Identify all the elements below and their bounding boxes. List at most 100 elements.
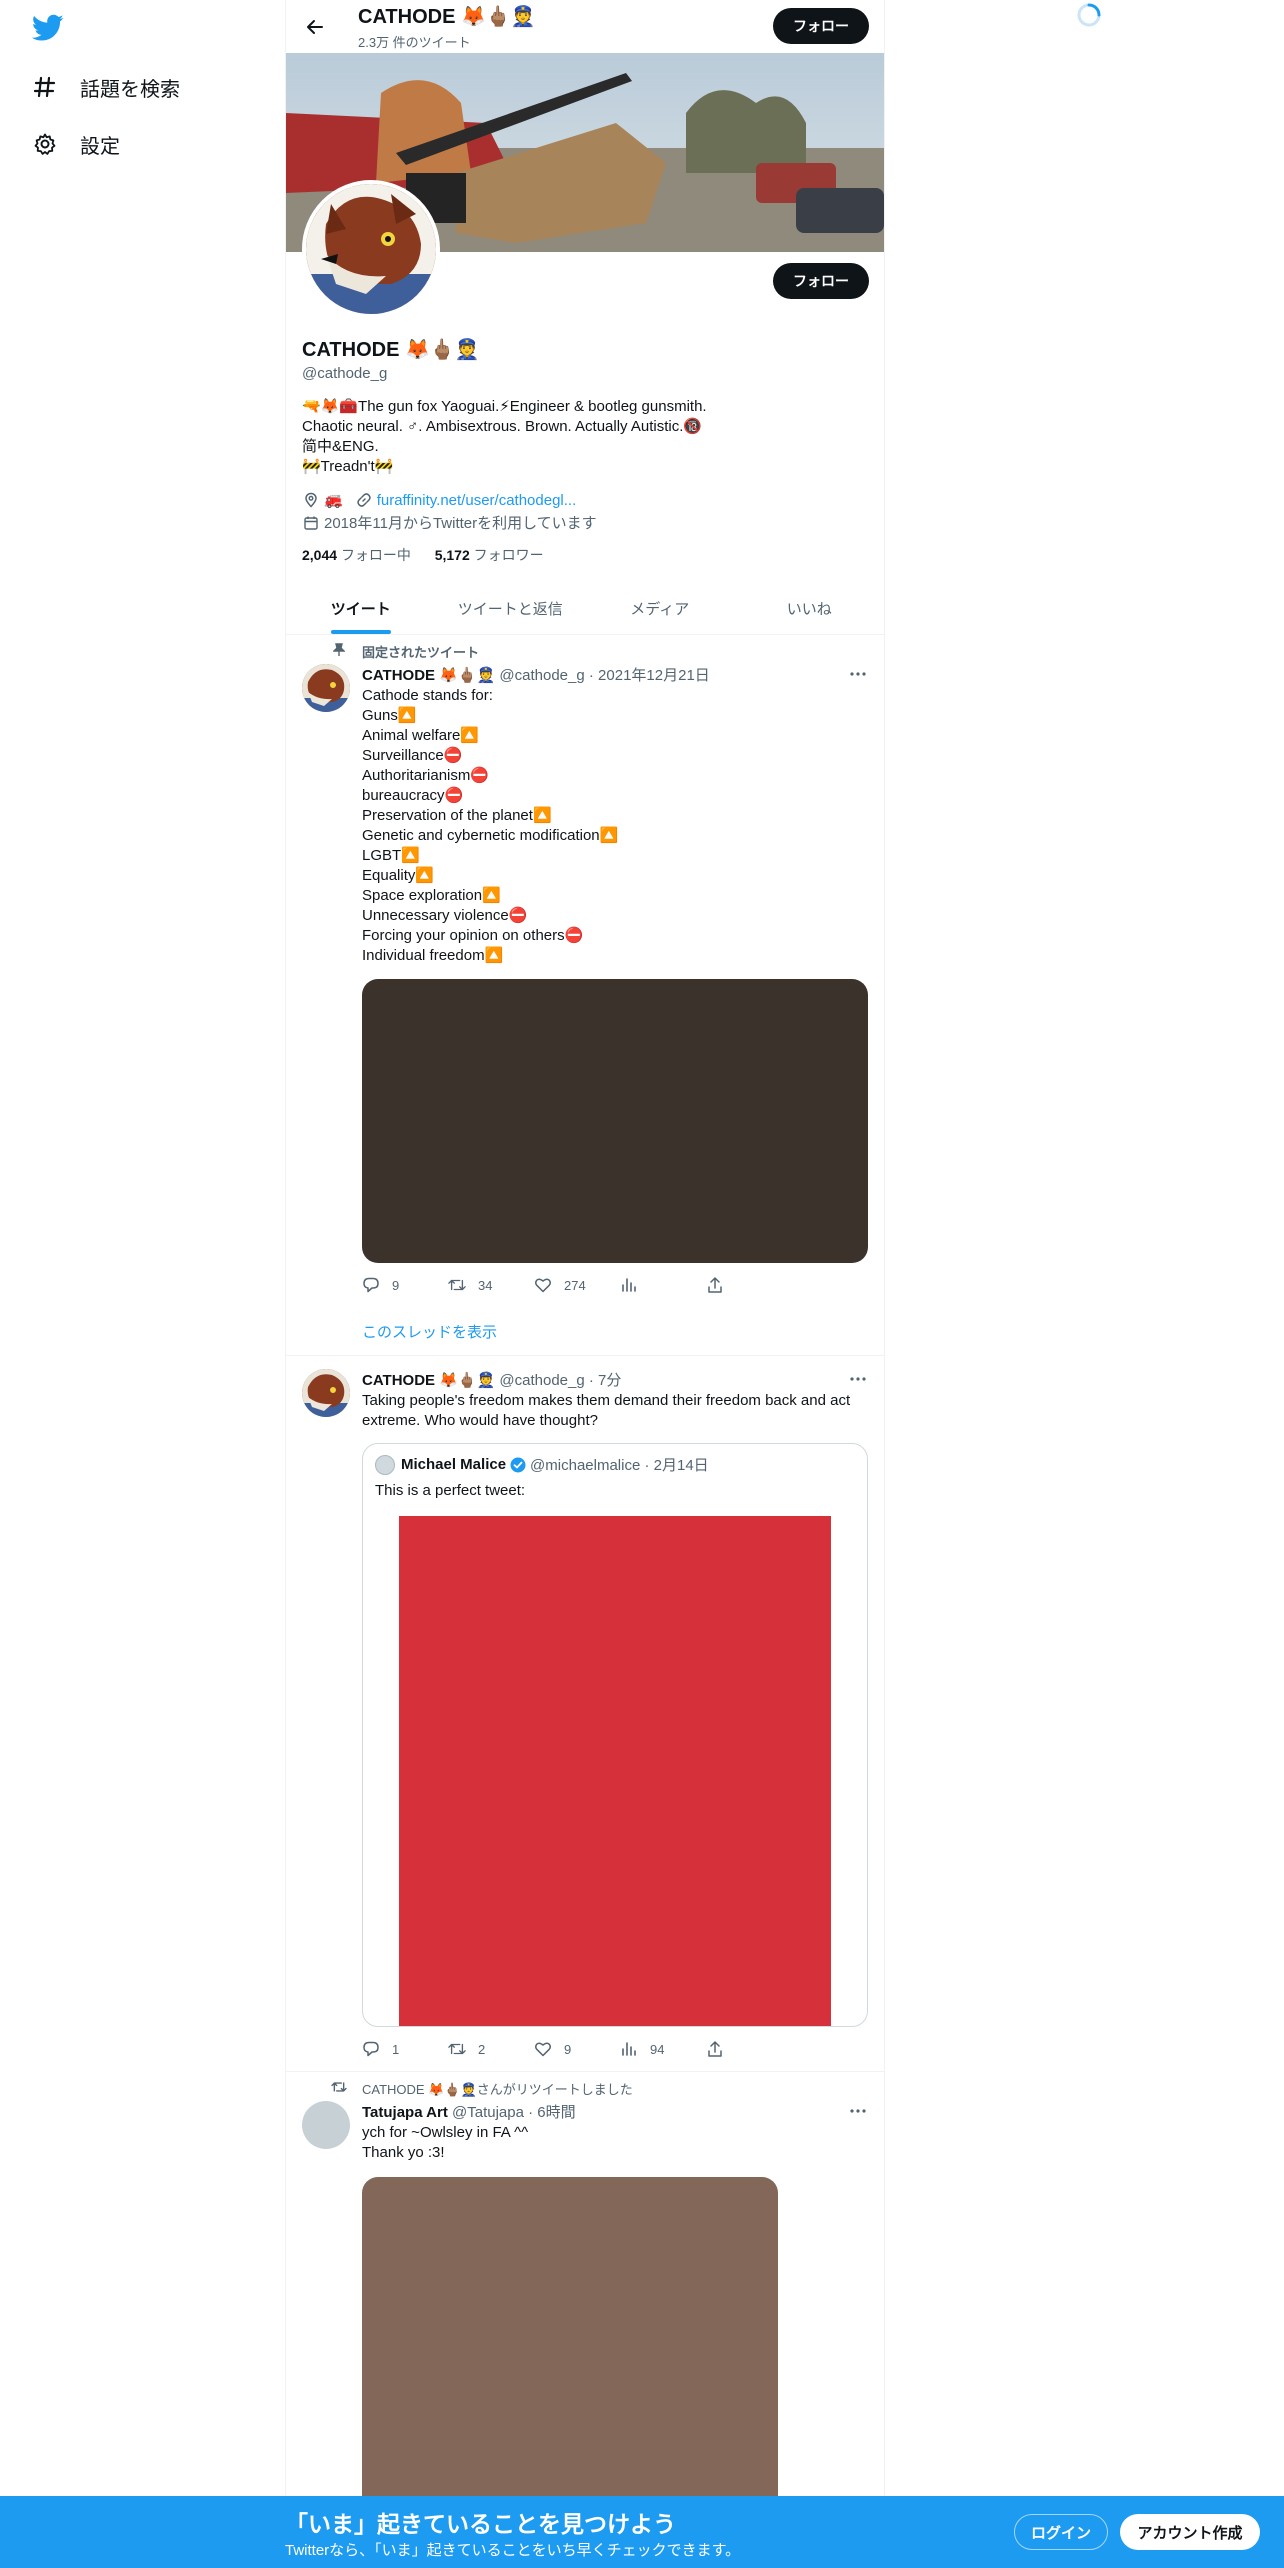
- header-profile-name: CATHODE 🦊🖕🏽👮: [358, 6, 536, 28]
- followers-label: フォロワー: [473, 547, 544, 563]
- tweet-handle-date[interactable]: @cathode_g · 2021年12月21日: [499, 667, 709, 684]
- show-thread-link[interactable]: このスレッドを表示: [362, 1321, 497, 1342]
- profile-joined-date: 2018年11月からTwitterを利用しています: [324, 515, 597, 532]
- tweet-line: Thank yo :3!: [362, 2144, 445, 2161]
- retweet-indicator: CATHODE 🦊🖕🏽👮さんがリツイートしました: [331, 2079, 633, 2098]
- profile-meta-location-link: 🚒 furaffinity.net/user/cathodegl...: [302, 491, 576, 509]
- tweet-line: Taking people's freedom makes them deman…: [362, 1392, 851, 1409]
- profile-website-link[interactable]: furaffinity.net/user/cathodegl...: [377, 492, 577, 509]
- profile-follow-button[interactable]: フォロー: [773, 263, 869, 299]
- tweet-handle-date[interactable]: @Tatujapa · 6時間: [452, 2104, 576, 2121]
- like-count: 9: [564, 2041, 572, 2057]
- tweet-line: Animal welfare🔼: [362, 727, 480, 744]
- retweet-icon: [330, 2079, 348, 2095]
- tweet[interactable]: CATHODE 🦊🖕🏽👮 @cathode_g · 7分 Taking peop…: [286, 1357, 884, 2072]
- tweet-text: ych for ~Owlsley in FA ^^ Thank yo :3!: [362, 2123, 868, 2163]
- tweet-line: ych for ~Owlsley in FA ^^: [362, 2124, 529, 2141]
- following-link[interactable]: 2,044 フォロー中: [302, 547, 411, 563]
- tweet-media-image[interactable]: [362, 979, 868, 1263]
- views-button[interactable]: 94: [620, 2040, 706, 2058]
- login-button[interactable]: ログイン: [1014, 2514, 1108, 2550]
- twitter-bird-icon[interactable]: [31, 14, 64, 42]
- tweet-text: Taking people's freedom makes them deman…: [362, 1391, 868, 1431]
- like-count: 274: [564, 1277, 586, 1293]
- calendar-icon: [302, 514, 320, 532]
- tweet-header: CATHODE 🦊🖕🏽👮 @cathode_g · 7分: [362, 1369, 621, 1390]
- gear-icon: [32, 131, 58, 157]
- header-follow-button[interactable]: フォロー: [773, 8, 869, 44]
- reply-button[interactable]: 9: [362, 1276, 448, 1294]
- tweet-actions: 1 2 9 94: [362, 2040, 792, 2058]
- share-button[interactable]: [706, 1276, 792, 1294]
- tab-likes[interactable]: いいね: [735, 582, 885, 634]
- tweet-line: bureaucracy⛔: [362, 787, 464, 804]
- nav-explore-label: 話題を検索: [80, 78, 180, 101]
- tab-media[interactable]: メディア: [585, 582, 735, 634]
- tweet-author-avatar[interactable]: [302, 664, 350, 712]
- quoted-tweet[interactable]: Michael Malice @michaelmalice · 2月14日 Th…: [362, 1443, 868, 2027]
- tweet-author-name[interactable]: Tatujapa Art: [362, 2104, 448, 2121]
- retweet-icon: [448, 2040, 466, 2058]
- retweet-button[interactable]: 34: [448, 1276, 534, 1294]
- back-arrow-icon[interactable]: [298, 10, 332, 44]
- tab-tweets[interactable]: ツイート: [286, 582, 436, 634]
- signup-prompt-subtitle: Twitterなら、「いま」起きていることをいち早くチェックできます。: [285, 2542, 741, 2559]
- view-count: 94: [650, 2041, 665, 2057]
- more-options-icon[interactable]: [848, 664, 868, 684]
- reply-icon: [362, 1276, 380, 1294]
- retweeted-tweet[interactable]: CATHODE 🦊🖕🏽👮さんがリツイートしました Tatujapa Art @T…: [286, 2073, 884, 2568]
- tweet-handle-date[interactable]: @cathode_g · 7分: [499, 1372, 621, 1389]
- profile-bio: 🔫🦊🧰The gun fox Yaoguai.⚡Engineer & bootl…: [302, 397, 868, 477]
- quoted-tweet-image[interactable]: [399, 1516, 831, 2026]
- retweeted-by-label[interactable]: CATHODE 🦊🖕🏽👮さんがリツイートしました: [362, 2079, 633, 2098]
- tweet-author-name[interactable]: CATHODE 🦊🖕🏽👮: [362, 667, 495, 684]
- profile-location: 🚒: [324, 492, 343, 509]
- retweet-button[interactable]: 2: [448, 2040, 534, 2058]
- reply-icon: [362, 2040, 380, 2058]
- pinned-indicator: 固定されたツイート: [333, 642, 479, 661]
- followers-link[interactable]: 5,172 フォロワー: [435, 547, 544, 563]
- tab-tweets-and-replies[interactable]: ツイートと返信: [436, 582, 586, 634]
- nav-settings[interactable]: 設定: [32, 124, 120, 164]
- left-sidebar: 話題を検索 設定: [0, 0, 285, 2568]
- nav-explore[interactable]: 話題を検索: [32, 67, 180, 107]
- retweet-icon: [448, 1276, 466, 1294]
- tweet-author-avatar[interactable]: [302, 1369, 350, 1417]
- tweet-line: Guns🔼: [362, 707, 417, 724]
- tweet-line: Cathode stands for:: [362, 687, 493, 704]
- pinned-tweet[interactable]: 固定されたツイート CATHODE 🦊🖕🏽👮 @cathode_g · 2021…: [286, 636, 884, 1356]
- bio-line: 🚧Treadn't🚧: [302, 458, 394, 475]
- nav-settings-label: 設定: [80, 135, 120, 158]
- signup-prompt-bar: 「いま」起きていることを見つけよう Twitterなら、「いま」起きていることを…: [0, 2496, 1284, 2568]
- reply-button[interactable]: 1: [362, 2040, 448, 2058]
- analytics-icon: [620, 2040, 638, 2058]
- more-options-icon[interactable]: [848, 1369, 868, 1389]
- tweet-line: Genetic and cybernetic modification🔼: [362, 827, 619, 844]
- following-label: フォロー中: [340, 547, 411, 563]
- like-button[interactable]: 9: [534, 2040, 620, 2058]
- like-button[interactable]: 274: [534, 1276, 620, 1294]
- quoted-author-name: Michael Malice: [401, 1456, 507, 1473]
- tweet-line: Individual freedom🔼: [362, 947, 504, 964]
- profile-avatar[interactable]: [302, 180, 440, 318]
- create-account-button[interactable]: アカウント作成: [1120, 2514, 1260, 2550]
- tweet-actions: 9 34 274: [362, 1276, 792, 1294]
- tweet-author-avatar[interactable]: [302, 2101, 350, 2149]
- share-icon: [706, 2040, 724, 2058]
- verified-badge-icon: [510, 1457, 526, 1473]
- link-icon: [355, 491, 373, 509]
- followers-count: 5,172: [434, 547, 470, 563]
- tweet-text: Cathode stands for: Guns🔼 Animal welfare…: [362, 686, 868, 966]
- views-button[interactable]: [620, 1276, 706, 1294]
- share-icon: [706, 1276, 724, 1294]
- tweet-line: LGBT🔼: [362, 847, 420, 864]
- tweet-author-name[interactable]: CATHODE 🦊🖕🏽👮: [362, 1372, 495, 1389]
- quoted-author-avatar: [375, 1454, 395, 1475]
- more-options-icon[interactable]: [848, 2101, 868, 2121]
- reply-count: 9: [392, 1277, 400, 1293]
- reply-count: 1: [392, 2041, 400, 2057]
- tweet-line: Forcing your opinion on others⛔: [362, 927, 584, 944]
- share-button[interactable]: [706, 2040, 792, 2058]
- profile-follow-stats: 2,044 フォロー中 5,172 フォロワー: [302, 545, 544, 565]
- loading-spinner-icon: [1076, 2, 1102, 28]
